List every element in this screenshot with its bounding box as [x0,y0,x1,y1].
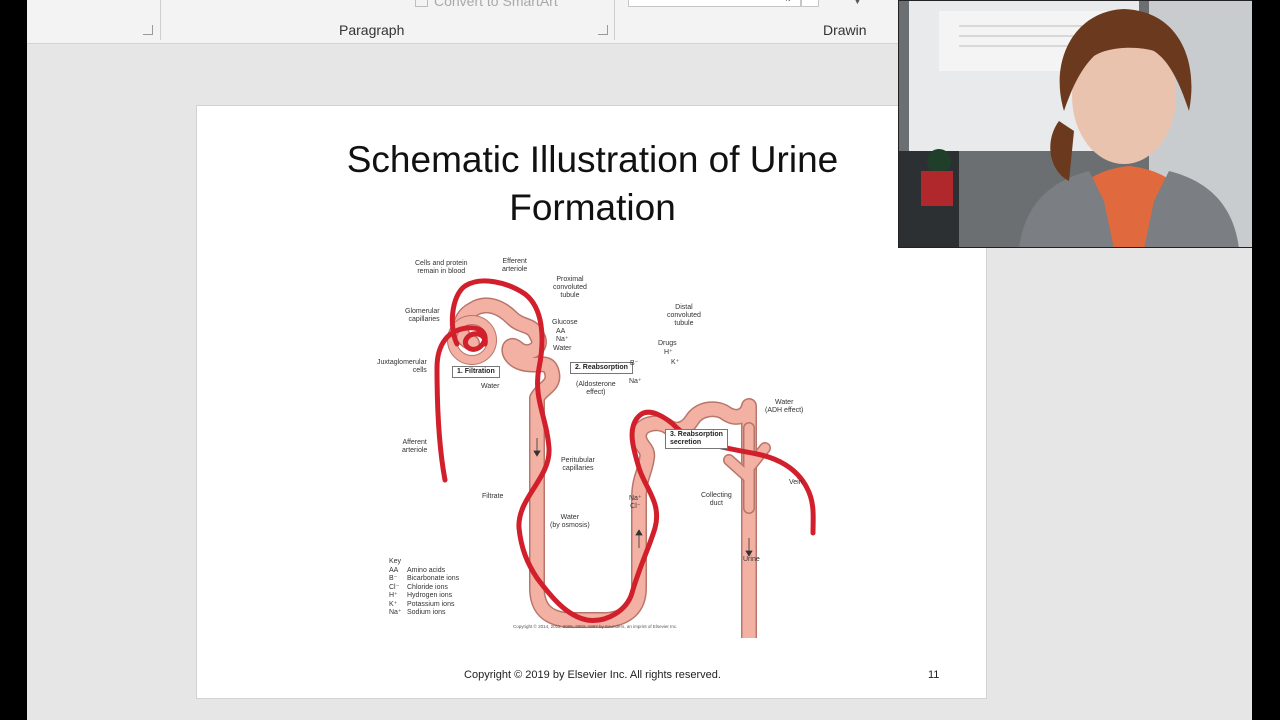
key-row: Cl⁻ Chloride ions [389,584,459,593]
label-h-ion: H⁺ [664,349,673,356]
key-row: AA Amino acids [389,567,459,576]
webcam-overlay [898,0,1252,248]
key-meaning: Potassium ions [407,600,455,608]
key-meaning: Bicarbonate ions [407,575,460,582]
diagram-key: Key AA Amino acids B⁻ Bicarbonate ions Cl⁻… [389,558,459,618]
label-na-ion: Na⁺ [629,378,642,385]
label-vein: Vein [789,479,803,486]
box-reabsorption-secretion: 3. Reabsorption secretion [665,429,728,449]
label-water-top: Water [553,345,572,352]
chevron-down-icon[interactable]: ▼ [853,0,862,6]
slide-footer: Copyright © 2019 by Elsevier Inc. All ri… [464,669,721,681]
label-glomerular-capillaries: Glomerular capillaries [405,308,440,323]
label-k-ion: K⁺ [671,359,680,366]
drawing-group-label: Drawin [823,22,867,38]
ribbon-separator [160,0,161,40]
diagram-copyright: Copyright © 2014, 2011, 2006, 2002, 1997… [513,624,678,629]
label-collecting-duct: Collecting duct [701,492,732,507]
smartart-icon [415,0,428,7]
key-meaning: Chloride ions [407,583,448,591]
letterbox-left [0,0,27,720]
slide-title[interactable]: Schematic Illustration of Urine Formatio… [197,136,988,232]
ribbon-separator [614,0,615,40]
box-reabsorption: 2. Reabsorption [570,362,633,374]
label-aldosterone: (Aldosterone effect) [576,381,616,396]
key-title: Key [389,558,402,565]
letterbox-right [1252,0,1280,720]
key-row: H⁺ Hydrogen ions [389,592,459,601]
label-peritubular: Peritubular capillaries [561,457,595,472]
key-abbr: B⁻ [389,575,398,582]
label-na-cl: Na⁺ Cl⁻ [629,495,642,510]
label-efferent-arteriole: Efferent arteriole [502,258,528,273]
slide-title-line-1: Schematic Illustration of Urine [346,139,839,180]
nephron-tubule [447,297,771,638]
key-row: B⁻ Bicarbonate ions [389,575,459,584]
key-row: Na⁺ Sodium ions [389,609,459,618]
convert-smartart-label: Convert to SmartArt [434,0,558,9]
key-abbr: Cl⁻ [389,583,400,591]
shapes-gallery[interactable]: ⇅ [628,0,801,7]
label-water-adh: Water (ADH effect) [765,399,804,414]
convert-to-smartart-button[interactable]: Convert to SmartArt [415,0,558,9]
webcam-video-icon [899,1,1252,247]
key-row: K⁺ Potassium ions [389,601,459,610]
slide-number: 11 [928,669,940,681]
key-meaning: Hydrogen ions [407,592,453,599]
paragraph-dialog-launcher-icon[interactable] [598,25,608,35]
label-afferent-arteriole: Afferent arteriole [402,439,428,454]
label-distal-tubule: Distal convoluted tubule [667,304,701,327]
label-na: Na⁺ [556,336,569,343]
label-b-ion: B⁻ [630,360,639,367]
key-abbr: Na⁺ [389,609,402,616]
shapes-more-icon: ⇅ [784,0,792,4]
key-abbr: AA [389,566,399,574]
key-abbr: K⁺ [389,600,398,608]
label-water-filtration: Water [481,383,500,390]
key-meaning: Amino acids [407,566,446,574]
label-drugs: Drugs [658,340,677,347]
label-juxtaglomerular: Juxtaglomerular cells [377,359,427,374]
label-filtrate: Filtrate [482,493,504,500]
label-water-osmosis: Water (by osmosis) [550,514,590,529]
label-cells-protein: Cells and protein remain in blood [415,260,468,275]
slide-canvas[interactable]: Schematic Illustration of Urine Formatio… [196,105,987,699]
shapes-scroll-button[interactable] [801,0,819,7]
key-abbr: H⁺ [389,592,398,599]
key-meaning: Sodium ions [407,609,446,616]
label-proximal-tubule: Proximal convoluted tubule [553,276,587,299]
box-filtration: 1. Filtration [452,366,500,378]
label-aa: AA [556,328,566,335]
slide-title-line-2: Formation [509,187,676,228]
presentation-app: Convert to SmartArt Paragraph ⇅ ▼ Drawin… [27,0,1252,720]
font-dialog-launcher-icon[interactable] [143,25,153,35]
paragraph-group-label: Paragraph [339,22,405,38]
label-urine: Urine [743,556,760,563]
label-glucose: Glucose [552,319,578,326]
